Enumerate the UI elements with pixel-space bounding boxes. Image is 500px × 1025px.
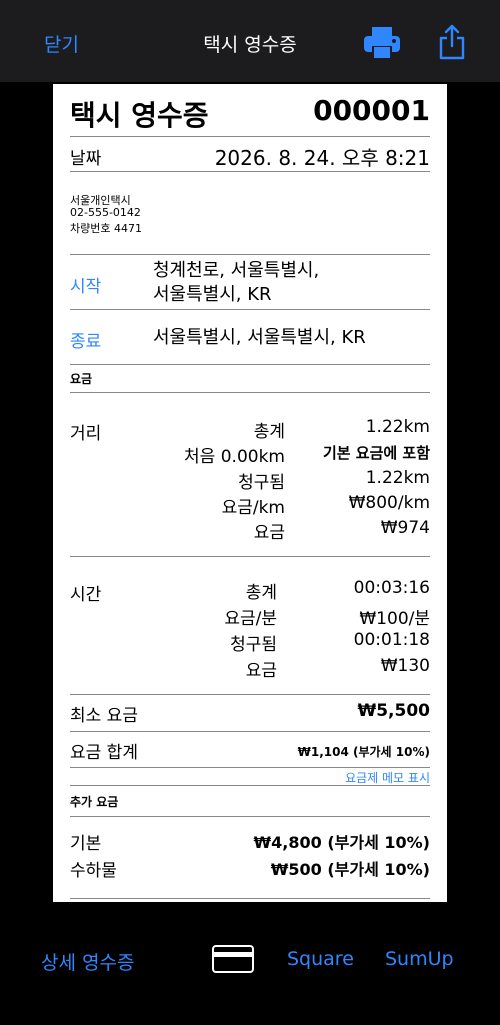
divider — [70, 171, 430, 172]
distance-row-value: ₩800/km — [348, 493, 430, 513]
divider — [70, 309, 430, 310]
total-value: ₩1,104 (부가세 10%) — [297, 745, 430, 759]
start-address-line2: 서울특별시, KR — [153, 284, 272, 305]
square-button[interactable]: Square — [287, 948, 354, 970]
extra-label: 수하물 — [70, 861, 117, 881]
sumup-button[interactable]: SumUp — [385, 948, 454, 970]
divider — [70, 767, 430, 768]
fare-section-heading: 요금 — [70, 372, 93, 386]
divider — [70, 364, 430, 365]
distance-row-key: 요금/km — [221, 498, 285, 518]
end-address: 서울특별시, 서울특별시, KR — [153, 327, 366, 348]
distance-row-value: 1.22km — [365, 417, 430, 437]
divider — [70, 731, 430, 732]
fare-memo-link[interactable]: 요금제 메모 표시 — [345, 769, 430, 786]
time-row-value: ₩100/분 — [359, 609, 430, 629]
receipt-paper: 택시 영수증 000001 날짜 2026. 8. 24. 오후 8:21 서울… — [53, 84, 447, 902]
share-icon[interactable] — [438, 24, 466, 60]
navigation-bar: 닫기 택시 영수증 — [0, 0, 500, 82]
company-phone: 02-555-0142 — [70, 206, 141, 219]
distance-label: 거리 — [70, 424, 102, 444]
end-label: 종료 — [70, 332, 102, 352]
extra-section-heading: 추가 요금 — [70, 795, 119, 809]
time-label: 시간 — [70, 585, 102, 605]
distance-row-value: ₩974 — [380, 518, 430, 538]
divider — [70, 694, 430, 695]
time-row-key: 요금 — [245, 661, 277, 681]
total-label: 요금 합계 — [70, 743, 138, 763]
detail-receipt-button[interactable]: 상세 영수증 — [41, 948, 134, 975]
distance-row-value: 1.22km — [365, 468, 430, 488]
receipt-number: 000001 — [313, 94, 430, 127]
extra-value: ₩500 (부가세 10%) — [270, 860, 430, 879]
min-fare-label: 최소 요금 — [70, 706, 138, 726]
divider — [70, 898, 430, 899]
time-row-value: ₩130 — [380, 656, 430, 676]
printer-icon[interactable] — [364, 26, 400, 60]
nav-title: 택시 영수증 — [203, 34, 297, 56]
distance-row-key: 요금 — [253, 523, 285, 543]
receipt-title: 택시 영수증 — [70, 99, 209, 132]
start-label: 시작 — [70, 277, 102, 297]
divider — [70, 556, 430, 557]
time-row-key: 요금/분 — [224, 609, 277, 629]
divider — [70, 136, 430, 137]
vehicle-number: 차량번호 4471 — [70, 222, 142, 235]
distance-row-key: 총계 — [253, 422, 285, 442]
credit-card-icon[interactable] — [212, 945, 254, 973]
divider — [70, 816, 430, 817]
distance-row-key: 처음 0.00km — [184, 447, 285, 467]
divider — [70, 392, 430, 393]
distance-row-key: 청구됨 — [238, 473, 285, 493]
time-row-key: 청구됨 — [230, 635, 277, 655]
extra-value: ₩4,800 (부가세 10%) — [253, 833, 430, 852]
date-value: 2026. 8. 24. 오후 8:21 — [214, 146, 430, 170]
divider — [70, 785, 430, 786]
distance-row-value: 기본 요금에 포함 — [322, 444, 430, 462]
divider — [70, 254, 430, 255]
time-row-value: 00:01:18 — [353, 630, 430, 650]
min-fare-value: ₩5,500 — [357, 701, 430, 721]
extra-label: 기본 — [70, 834, 102, 854]
start-address-line1: 청계천로, 서울특별시, — [153, 260, 320, 281]
date-label: 날짜 — [70, 149, 102, 169]
time-row-value: 00:03:16 — [353, 578, 430, 598]
time-row-key: 총계 — [245, 583, 277, 603]
